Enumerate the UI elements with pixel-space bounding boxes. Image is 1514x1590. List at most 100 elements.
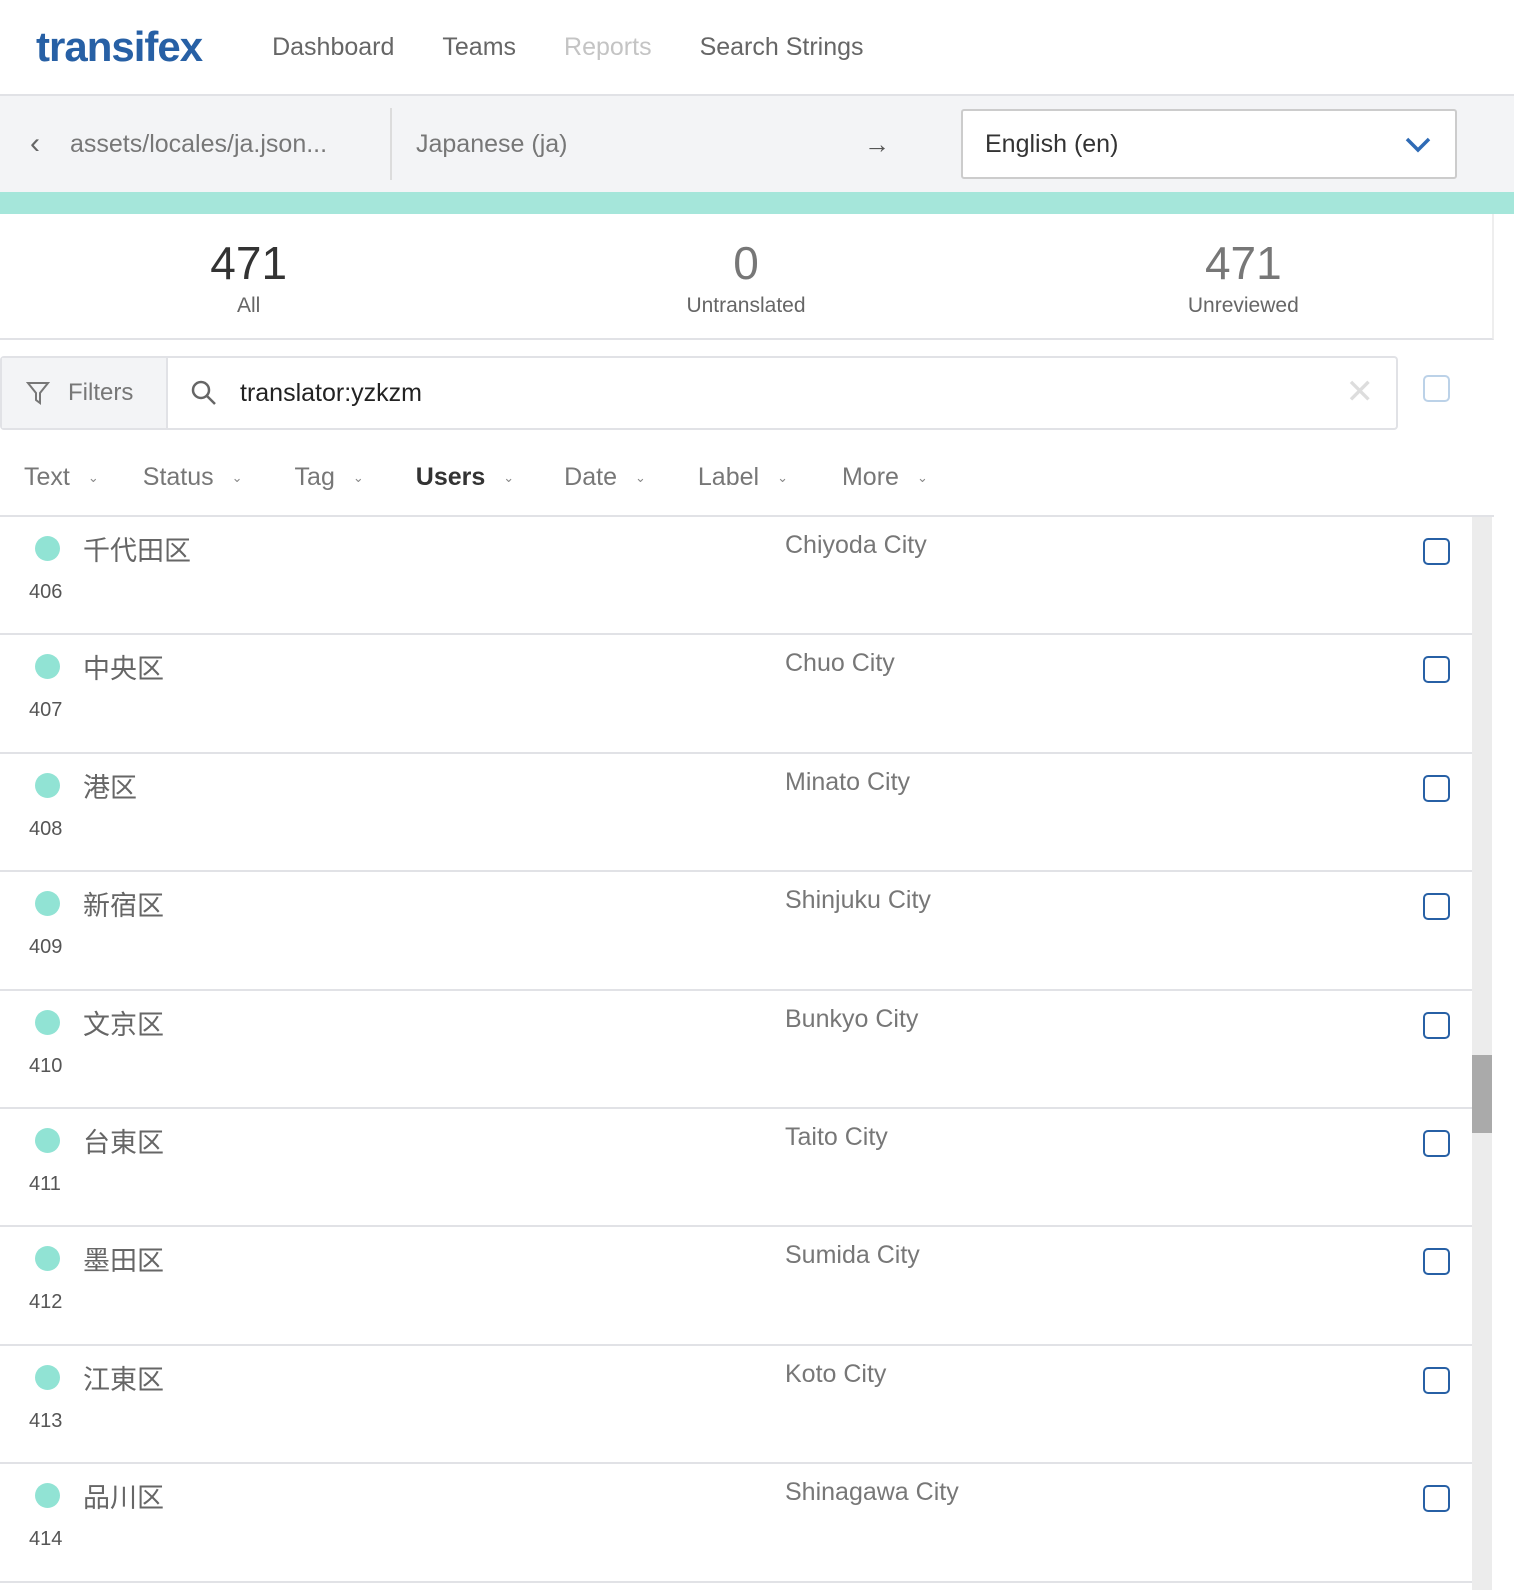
- facet-status[interactable]: Status ⌄: [143, 463, 243, 492]
- translation-text: Chuo City: [785, 649, 895, 678]
- string-row[interactable]: 江東区 413 Koto City: [0, 1346, 1472, 1465]
- row-checkbox[interactable]: [1423, 1248, 1450, 1276]
- clear-icon[interactable]: ✕: [1346, 372, 1375, 412]
- search-icon: [191, 380, 216, 405]
- status-dot: [35, 536, 60, 561]
- facet-tag[interactable]: Tag ⌄: [295, 463, 364, 492]
- status-dot: [35, 1009, 60, 1035]
- string-id: 411: [29, 1172, 61, 1195]
- nav-reports[interactable]: Reports: [564, 33, 652, 62]
- chevron-down-icon: ⌄: [503, 469, 515, 485]
- status-dot: [35, 891, 60, 917]
- string-row[interactable]: 中央区 407 Chuo City: [0, 635, 1472, 754]
- row-checkbox[interactable]: [1423, 1011, 1450, 1039]
- translation-text: Sumida City: [785, 1241, 920, 1270]
- row-checkbox[interactable]: [1423, 1485, 1450, 1513]
- nav-teams[interactable]: Teams: [442, 33, 516, 62]
- target-language-select[interactable]: English (en): [961, 109, 1457, 179]
- row-checkbox[interactable]: [1423, 1129, 1450, 1157]
- nav-search-strings[interactable]: Search Strings: [700, 33, 864, 62]
- translation-text: Minato City: [785, 767, 911, 796]
- scrollbar-track[interactable]: [1472, 517, 1492, 1590]
- status-dot: [35, 772, 60, 798]
- stat-count: 0: [733, 237, 759, 289]
- source-text: 千代田区: [83, 536, 191, 566]
- facet-text[interactable]: Text ⌄: [24, 463, 99, 492]
- source-text: 品川区: [83, 1483, 164, 1514]
- row-checkbox[interactable]: [1423, 538, 1450, 565]
- translation-text: Chiyoda City: [785, 531, 927, 559]
- file-name[interactable]: assets/locales/ja.json...: [70, 130, 390, 159]
- chevron-down-icon: ⌄: [916, 469, 928, 485]
- string-row[interactable]: 台東区 411 Taito City: [0, 1109, 1472, 1228]
- source-text: 文京区: [83, 1009, 164, 1040]
- facet-label: Label: [697, 463, 760, 491]
- chevron-down-icon: ⌄: [231, 469, 243, 485]
- string-id: 410: [29, 1054, 63, 1077]
- string-row[interactable]: 港区 408 Minato City: [0, 754, 1472, 873]
- facet-label: More: [841, 463, 899, 491]
- chevron-down-icon: ⌄: [87, 469, 99, 485]
- string-row[interactable]: 千代田区 406 Chiyoda City: [0, 517, 1472, 636]
- facet-label: Tag: [294, 463, 335, 491]
- search-input[interactable]: translator:yzkzm: [240, 379, 422, 408]
- stat-label: Untranslated: [686, 294, 806, 317]
- source-text: 港区: [83, 772, 137, 803]
- divider: [390, 108, 392, 180]
- string-id: 414: [29, 1528, 63, 1551]
- search-bar: Filters translator:yzkzm ✕: [0, 356, 1398, 430]
- row-checkbox[interactable]: [1423, 893, 1450, 921]
- filter-icon: [26, 382, 50, 405]
- facet-label-filter[interactable]: Label ⌄: [698, 463, 788, 492]
- chevron-down-icon: [1405, 137, 1431, 153]
- back-chevron-icon[interactable]: ‹: [30, 127, 70, 161]
- string-row[interactable]: 墨田区 412 Sumida City: [0, 1227, 1472, 1346]
- stat-all[interactable]: 471 All: [0, 214, 497, 338]
- arrow-right-icon: →: [864, 128, 890, 159]
- row-checkbox[interactable]: [1423, 1366, 1450, 1394]
- context-bar: ‹ assets/locales/ja.json... Japanese (ja…: [0, 96, 1514, 192]
- facet-label: Date: [564, 463, 617, 491]
- transifex-logo[interactable]: transifex: [36, 23, 203, 71]
- facet-more[interactable]: More ⌄: [842, 463, 928, 492]
- stat-unreviewed[interactable]: 471 Unreviewed: [995, 214, 1492, 338]
- facet-label: Users: [415, 463, 486, 491]
- stat-untranslated[interactable]: 0 Untranslated: [497, 214, 994, 338]
- row-checkbox[interactable]: [1423, 774, 1450, 802]
- chevron-down-icon: ⌄: [634, 469, 646, 485]
- target-language-value: English (en): [985, 129, 1119, 158]
- string-list: 千代田区 406 Chiyoda City 中央区 407 Chuo City …: [0, 517, 1472, 1583]
- facet-label: Status: [142, 463, 214, 491]
- string-row[interactable]: 文京区 410 Bunkyo City: [0, 991, 1472, 1109]
- source-text: 中央区: [83, 654, 164, 685]
- scrollbar-thumb[interactable]: [1472, 1055, 1492, 1133]
- source-text: 墨田区: [83, 1246, 164, 1277]
- source-language: Japanese (ja): [416, 129, 568, 158]
- chevron-down-icon: ⌄: [777, 469, 788, 485]
- filters-label: Filters: [68, 379, 134, 406]
- translation-text: Koto City: [785, 1359, 887, 1388]
- stats: 471 All 0 Untranslated 471 Unreviewed: [0, 214, 1494, 340]
- nav-dashboard[interactable]: Dashboard: [272, 33, 394, 62]
- string-id: 409: [29, 936, 63, 959]
- status-dot: [35, 1483, 60, 1509]
- status-dot: [35, 1127, 60, 1153]
- filters-button[interactable]: Filters: [2, 358, 168, 428]
- string-row[interactable]: 品川区 414 Shinagawa City: [0, 1464, 1472, 1583]
- translation-text: Shinjuku City: [785, 886, 931, 915]
- row-checkbox[interactable]: [1423, 656, 1450, 684]
- stat-label: Unreviewed: [1187, 294, 1299, 317]
- string-id: 413: [29, 1409, 63, 1432]
- chevron-down-icon: ⌄: [352, 469, 364, 485]
- facet-users[interactable]: Users ⌄: [416, 463, 514, 492]
- status-dot: [35, 1364, 60, 1390]
- string-row[interactable]: 新宿区 409 Shinjuku City: [0, 872, 1472, 991]
- facet-date[interactable]: Date ⌄: [564, 463, 646, 492]
- status-dot: [35, 654, 60, 680]
- stat-count: 471: [1204, 237, 1282, 289]
- select-all-checkbox[interactable]: [1423, 375, 1450, 402]
- facet-label: Text: [24, 463, 70, 491]
- string-id: 407: [29, 699, 63, 722]
- stat-count: 471: [210, 237, 288, 289]
- source-text: 台東区: [83, 1127, 164, 1158]
